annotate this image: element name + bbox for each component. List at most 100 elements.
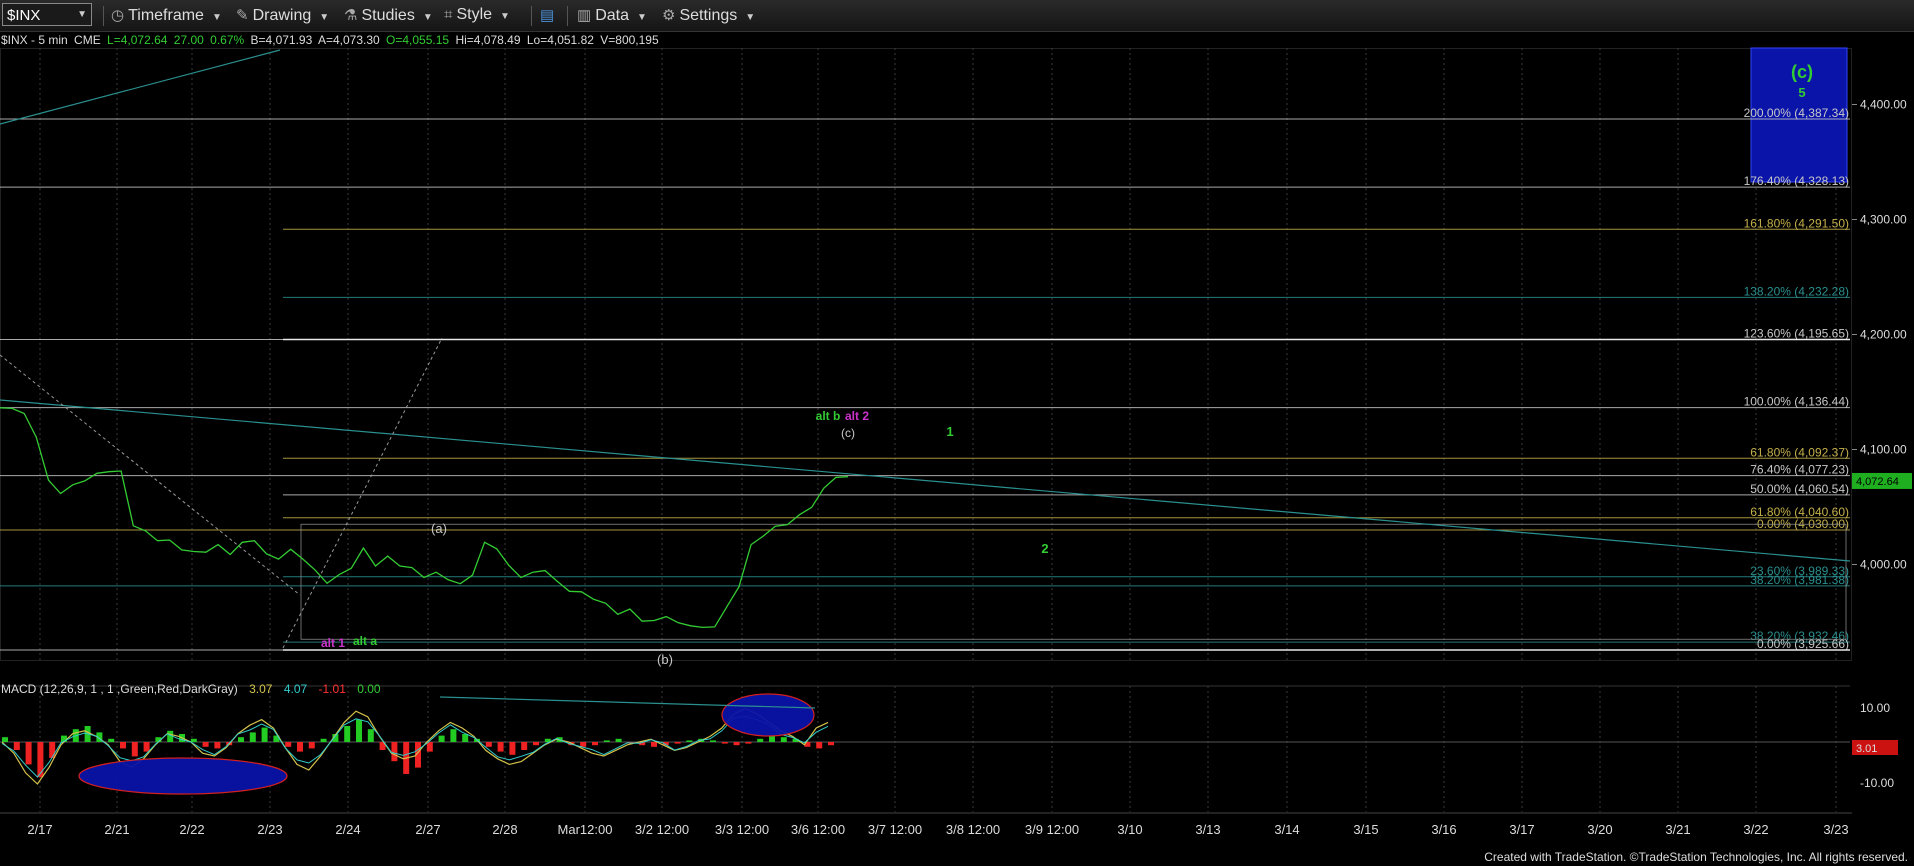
wave-label: alt a — [353, 634, 377, 648]
y-axis-tick-label: 4,300.00 — [1860, 213, 1907, 227]
x-axis-tick-label: 3/13 — [1195, 822, 1220, 837]
macd-histogram-bar — [49, 742, 56, 758]
macd-histogram-bar — [533, 742, 539, 746]
macd-histogram-bar — [592, 742, 598, 746]
x-axis-tick-label: 2/23 — [257, 822, 282, 837]
x-axis-tick-label: 2/27 — [415, 822, 440, 837]
x-axis-tick-label: 3/2 12:00 — [635, 822, 689, 837]
macd-histogram-bar — [426, 742, 433, 752]
info-last: L=4,072.64 — [107, 33, 168, 47]
wave-label: alt 1 — [321, 636, 345, 650]
macd-histogram-bar — [438, 735, 445, 742]
y-axis-tick-label: 4,000.00 — [1860, 558, 1907, 572]
macd-histogram-bar — [238, 737, 244, 742]
macd-value-3: -1.01 — [318, 682, 346, 696]
macd-histogram-bar — [745, 742, 752, 744]
x-axis-tick-label: 3/7 12:00 — [868, 822, 922, 837]
x-axis-tick-label: 3/20 — [1587, 822, 1612, 837]
macd-value-1: 3.07 — [249, 682, 273, 696]
fib-level-label: 50.00% (4,060.54) — [1750, 482, 1849, 496]
x-axis-tick-label: 3/21 — [1665, 822, 1690, 837]
info-ask: A=4,073.30 — [317, 33, 380, 47]
macd-histogram-bar — [249, 732, 256, 742]
macd-histogram-bar — [344, 726, 351, 742]
x-axis-tick-label: 3/17 — [1509, 822, 1534, 837]
macd-histogram-bar — [615, 738, 622, 742]
macd-info-line: MACD (12,26,9, 1 , 1 ,Green,Red,DarkGray… — [1, 682, 389, 696]
fib-level-label: 61.80% (4,092.37) — [1750, 445, 1849, 459]
info-open: O=4,055.15 — [386, 33, 450, 47]
x-axis-tick-label: 3/3 12:00 — [715, 822, 769, 837]
info-high: Hi=4,078.49 — [455, 33, 521, 47]
macd-axis-tick-label: -10.00 — [1860, 776, 1894, 790]
range-rectangle — [300, 523, 1847, 640]
macd-histogram-bar — [261, 727, 268, 742]
x-axis-tick-label: 3/8 12:00 — [946, 822, 1000, 837]
trendline-descending — [0, 399, 1851, 562]
info-change: 27.00 — [173, 33, 204, 47]
footer-copyright: Created with TradeStation. ©TradeStation… — [1484, 850, 1908, 864]
x-axis-tick-label: 2/22 — [179, 822, 204, 837]
macd-histogram-bar — [308, 742, 315, 749]
fib-level-label: 138.20% (4,232.28) — [1744, 284, 1849, 298]
fib-level-label: 123.60% (4,195.65) — [1744, 327, 1849, 341]
fib-level-label: 161.80% (4,291.50) — [1744, 216, 1849, 230]
macd-histogram-bar — [108, 738, 115, 742]
last-price-label: 4,072.64 — [1856, 476, 1899, 488]
info-exchange: CME — [74, 33, 101, 47]
macd-histogram-bar — [450, 729, 457, 742]
trendline-upper — [0, 49, 281, 125]
divergence-ellipse — [721, 693, 815, 737]
x-axis-tick-label: 2/24 — [335, 822, 360, 837]
macd-axis-tick-label: 10.00 — [1860, 701, 1890, 715]
y-axis-tick-label: 4,400.00 — [1860, 98, 1907, 112]
info-symbol: $INX - 5 min — [1, 33, 68, 47]
wave-label: (b) — [657, 652, 673, 667]
main-panel-frame — [0, 48, 1852, 661]
macd-histogram-bar — [721, 742, 728, 744]
y-axis-tick-label: 4,200.00 — [1860, 328, 1907, 342]
macd-histogram-bar — [757, 738, 764, 742]
wave-label: 5 — [1798, 85, 1805, 100]
macd-histogram-bar — [521, 742, 528, 750]
x-axis-tick-label: 3/14 — [1274, 822, 1299, 837]
macd-histogram-bar — [497, 742, 504, 752]
macd-histogram-bar — [356, 719, 362, 742]
wave-label: alt b — [816, 409, 841, 423]
x-axis-tick-label: 2/28 — [492, 822, 517, 837]
wave-label: (a) — [431, 521, 447, 536]
info-low: Lo=4,051.82 — [526, 33, 594, 47]
x-axis-tick-label: 3/15 — [1353, 822, 1378, 837]
x-axis-tick-label: 3/16 — [1431, 822, 1456, 837]
macd-histogram-bar — [391, 742, 398, 762]
macd-histogram-bar — [131, 742, 138, 757]
macd-histogram-bar — [580, 742, 587, 747]
macd-histogram-bar — [143, 742, 150, 752]
fib-level-label: 200.00% (4,387.34) — [1744, 106, 1849, 120]
wave-label: 2 — [1041, 541, 1048, 556]
fib-level-label: 38.20% (3,981.38) — [1750, 573, 1849, 587]
wave-label: (c) — [841, 426, 855, 440]
x-axis-tick-label: 3/23 — [1823, 822, 1848, 837]
price-chart[interactable]: 4,400.00 4,300.00 4,200.00 4,100.00 4,000.00… — [0, 0, 1914, 866]
quote-info-line: $INX - 5 min CME L=4,072.64 27.00 0.67% … — [1, 33, 662, 47]
macd-histogram-bar — [37, 742, 44, 778]
macd-histogram-bar — [674, 742, 681, 744]
info-pct: 0.67% — [210, 33, 245, 47]
macd-histogram-bar — [214, 742, 221, 749]
macd-histogram-bar — [25, 742, 32, 765]
macd-histogram-bar — [710, 740, 716, 742]
macd-histogram-bar — [120, 742, 126, 749]
x-axis-tick-label: 3/10 — [1117, 822, 1142, 837]
macd-value-4: 0.00 — [357, 682, 381, 696]
macd-histogram-bar — [603, 740, 610, 742]
macd-histogram-bar — [13, 742, 20, 750]
macd-histogram-bar — [2, 737, 8, 742]
divergence-ellipse — [78, 757, 288, 795]
info-bid: B=4,071.93 — [250, 33, 313, 47]
macd-histogram-bar — [190, 738, 197, 742]
dotted-trendline — [0, 354, 301, 596]
info-volume: V=800,195 — [600, 33, 659, 47]
macd-histogram-bar — [780, 737, 787, 742]
x-axis-tick-label: 3/6 12:00 — [791, 822, 845, 837]
